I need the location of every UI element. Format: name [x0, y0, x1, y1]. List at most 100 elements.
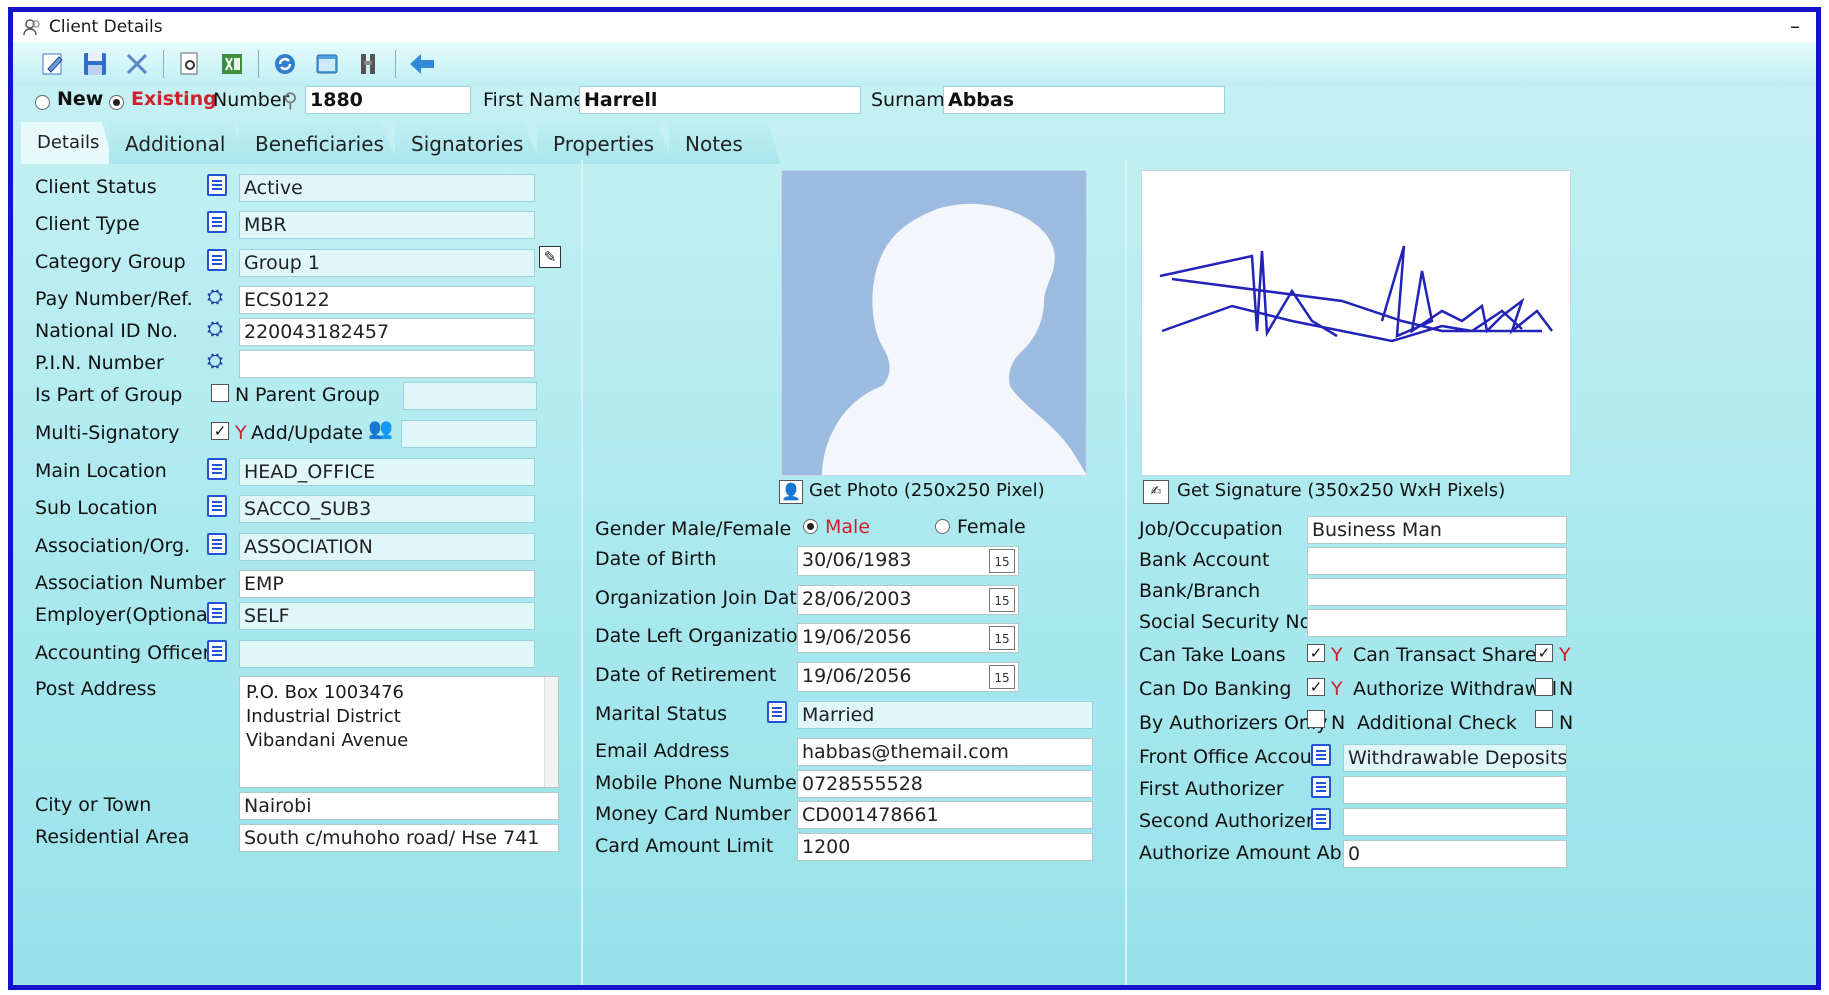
bank-branch-field[interactable]: [1307, 578, 1567, 606]
binoculars-icon[interactable]: ⛭: [207, 350, 223, 370]
first-authorizer-field[interactable]: [1343, 776, 1567, 804]
join-date-field[interactable]: 28/06/2003: [797, 585, 1019, 615]
edit-category-icon[interactable]: ✎: [539, 246, 561, 268]
bank-account-field[interactable]: [1307, 547, 1567, 575]
gender-label: Gender Male/Female: [595, 518, 792, 540]
parent-group-field[interactable]: [403, 382, 537, 410]
money-card-label: Money Card Number: [595, 803, 791, 825]
money-card-field[interactable]: CD001478661: [797, 801, 1093, 829]
scrollbar[interactable]: [544, 677, 558, 787]
person-icon[interactable]: 👤: [779, 480, 803, 504]
first-authorizer-lookup-icon[interactable]: [1311, 776, 1331, 798]
category-group-field[interactable]: Group 1: [239, 249, 535, 277]
multi-signatory-field[interactable]: [401, 420, 537, 448]
signature-icon[interactable]: ✍: [1143, 480, 1169, 504]
mobile-field[interactable]: 0728555528: [797, 770, 1093, 798]
retirement-field[interactable]: 19/06/2056: [797, 662, 1019, 692]
refresh-icon[interactable]: [269, 48, 301, 80]
social-security-field[interactable]: [1307, 609, 1567, 637]
existing-radio[interactable]: [109, 91, 124, 113]
can-bank-checkbox[interactable]: ✓: [1307, 678, 1325, 696]
tab-details[interactable]: Details: [21, 122, 113, 164]
number-field[interactable]: 1880: [305, 86, 471, 114]
national-id-field[interactable]: 220043182457: [239, 318, 535, 346]
main-location-lookup-icon[interactable]: [207, 458, 227, 480]
accounting-officer-field[interactable]: [239, 640, 535, 668]
minimize-button[interactable]: –: [1790, 14, 1800, 38]
part-of-group-checkbox[interactable]: [211, 384, 229, 402]
residential-field[interactable]: South c/muhoho road/ Hse 741: [239, 824, 559, 852]
calendar-icon[interactable]: 15: [989, 626, 1015, 650]
dob-label: Date of Birth: [595, 548, 717, 570]
get-signature-button[interactable]: Get Signature (350x250 WxH Pixels): [1177, 480, 1505, 501]
tab-additional[interactable]: Additional: [109, 122, 249, 164]
tab-signatories[interactable]: Signatories: [395, 122, 541, 164]
email-field[interactable]: habbas@themail.com: [797, 738, 1093, 766]
preview-icon[interactable]: [174, 48, 206, 80]
marital-lookup-icon[interactable]: [767, 701, 787, 723]
calendar-icon[interactable]: 15: [989, 588, 1015, 612]
female-radio[interactable]: [935, 516, 950, 535]
multi-signatory-flag: Y: [235, 422, 247, 444]
association-lookup-icon[interactable]: [207, 533, 227, 555]
marital-field[interactable]: Married: [797, 701, 1093, 729]
employer-field[interactable]: SELF: [239, 602, 535, 630]
can-transact-checkbox[interactable]: ✓: [1535, 644, 1553, 662]
tab-notes[interactable]: Notes: [669, 122, 781, 164]
pay-number-field[interactable]: ECS0122: [239, 286, 535, 314]
client-type-lookup-icon[interactable]: [207, 211, 227, 233]
first-names-field[interactable]: Harrell: [579, 86, 861, 114]
get-photo-button[interactable]: Get Photo (250x250 Pixel): [809, 480, 1045, 501]
national-id-label: National ID No.: [35, 320, 179, 342]
can-take-loans-checkbox[interactable]: ✓: [1307, 644, 1325, 662]
auth-amount-field[interactable]: 0: [1343, 840, 1567, 868]
second-authorizer-lookup-icon[interactable]: [1311, 808, 1331, 830]
window-icon[interactable]: [311, 48, 343, 80]
front-office-field[interactable]: Withdrawable Deposits: [1343, 744, 1567, 772]
job-field[interactable]: Business Man: [1307, 516, 1567, 544]
additional-check-checkbox[interactable]: [1535, 710, 1553, 728]
surname-field[interactable]: Abbas: [943, 86, 1225, 114]
client-status-lookup-icon[interactable]: [207, 174, 227, 196]
save-icon[interactable]: [79, 48, 111, 80]
post-address-field[interactable]: P.O. Box 1003476 Industrial District Vib…: [239, 676, 559, 788]
by-authorizers-checkbox[interactable]: [1307, 710, 1325, 728]
sub-location-field[interactable]: SACCO_SUB3: [239, 495, 535, 523]
main-location-field[interactable]: HEAD_OFFICE: [239, 458, 535, 486]
multi-signatory-checkbox[interactable]: ✓: [211, 422, 229, 440]
excel-icon[interactable]: [216, 48, 248, 80]
auth-withdrawal-checkbox[interactable]: [1535, 678, 1553, 696]
tab-properties[interactable]: Properties: [537, 122, 673, 164]
filter-icon[interactable]: [353, 48, 385, 80]
category-group-lookup-icon[interactable]: [207, 249, 227, 271]
front-office-label: Front Office Account: [1139, 746, 1332, 768]
second-authorizer-field[interactable]: [1343, 808, 1567, 836]
binoculars-icon[interactable]: ⛭: [207, 286, 223, 306]
users-icon[interactable]: 👥: [368, 416, 393, 440]
employer-lookup-icon[interactable]: [207, 602, 227, 624]
delete-icon[interactable]: [121, 48, 153, 80]
left-date-label: Date Left Organization: [595, 625, 810, 647]
male-radio[interactable]: [803, 516, 818, 535]
accounting-officer-lookup-icon[interactable]: [207, 640, 227, 662]
dob-field[interactable]: 30/06/1983: [797, 546, 1019, 576]
binoculars-icon[interactable]: ⛭: [207, 318, 223, 338]
front-office-lookup-icon[interactable]: [1311, 744, 1331, 766]
key-icon[interactable]: ⚲: [283, 88, 298, 112]
new-radio[interactable]: [35, 91, 50, 113]
client-status-field[interactable]: Active: [239, 174, 535, 202]
association-number-field[interactable]: EMP: [239, 570, 535, 598]
pin-field[interactable]: [239, 350, 535, 378]
card-limit-field[interactable]: 1200: [797, 833, 1093, 861]
left-date-field[interactable]: 19/06/2056: [797, 623, 1019, 653]
client-type-field[interactable]: MBR: [239, 211, 535, 239]
by-authorizers-flag: N: [1331, 712, 1346, 734]
city-field[interactable]: Nairobi: [239, 792, 559, 820]
edit-icon[interactable]: [37, 48, 69, 80]
sub-location-lookup-icon[interactable]: [207, 495, 227, 517]
tab-beneficiaries[interactable]: Beneficiaries: [239, 122, 399, 164]
calendar-icon[interactable]: 15: [989, 549, 1015, 573]
calendar-icon[interactable]: 15: [989, 665, 1015, 689]
back-arrow-icon[interactable]: [406, 48, 438, 80]
association-field[interactable]: ASSOCIATION: [239, 533, 535, 561]
